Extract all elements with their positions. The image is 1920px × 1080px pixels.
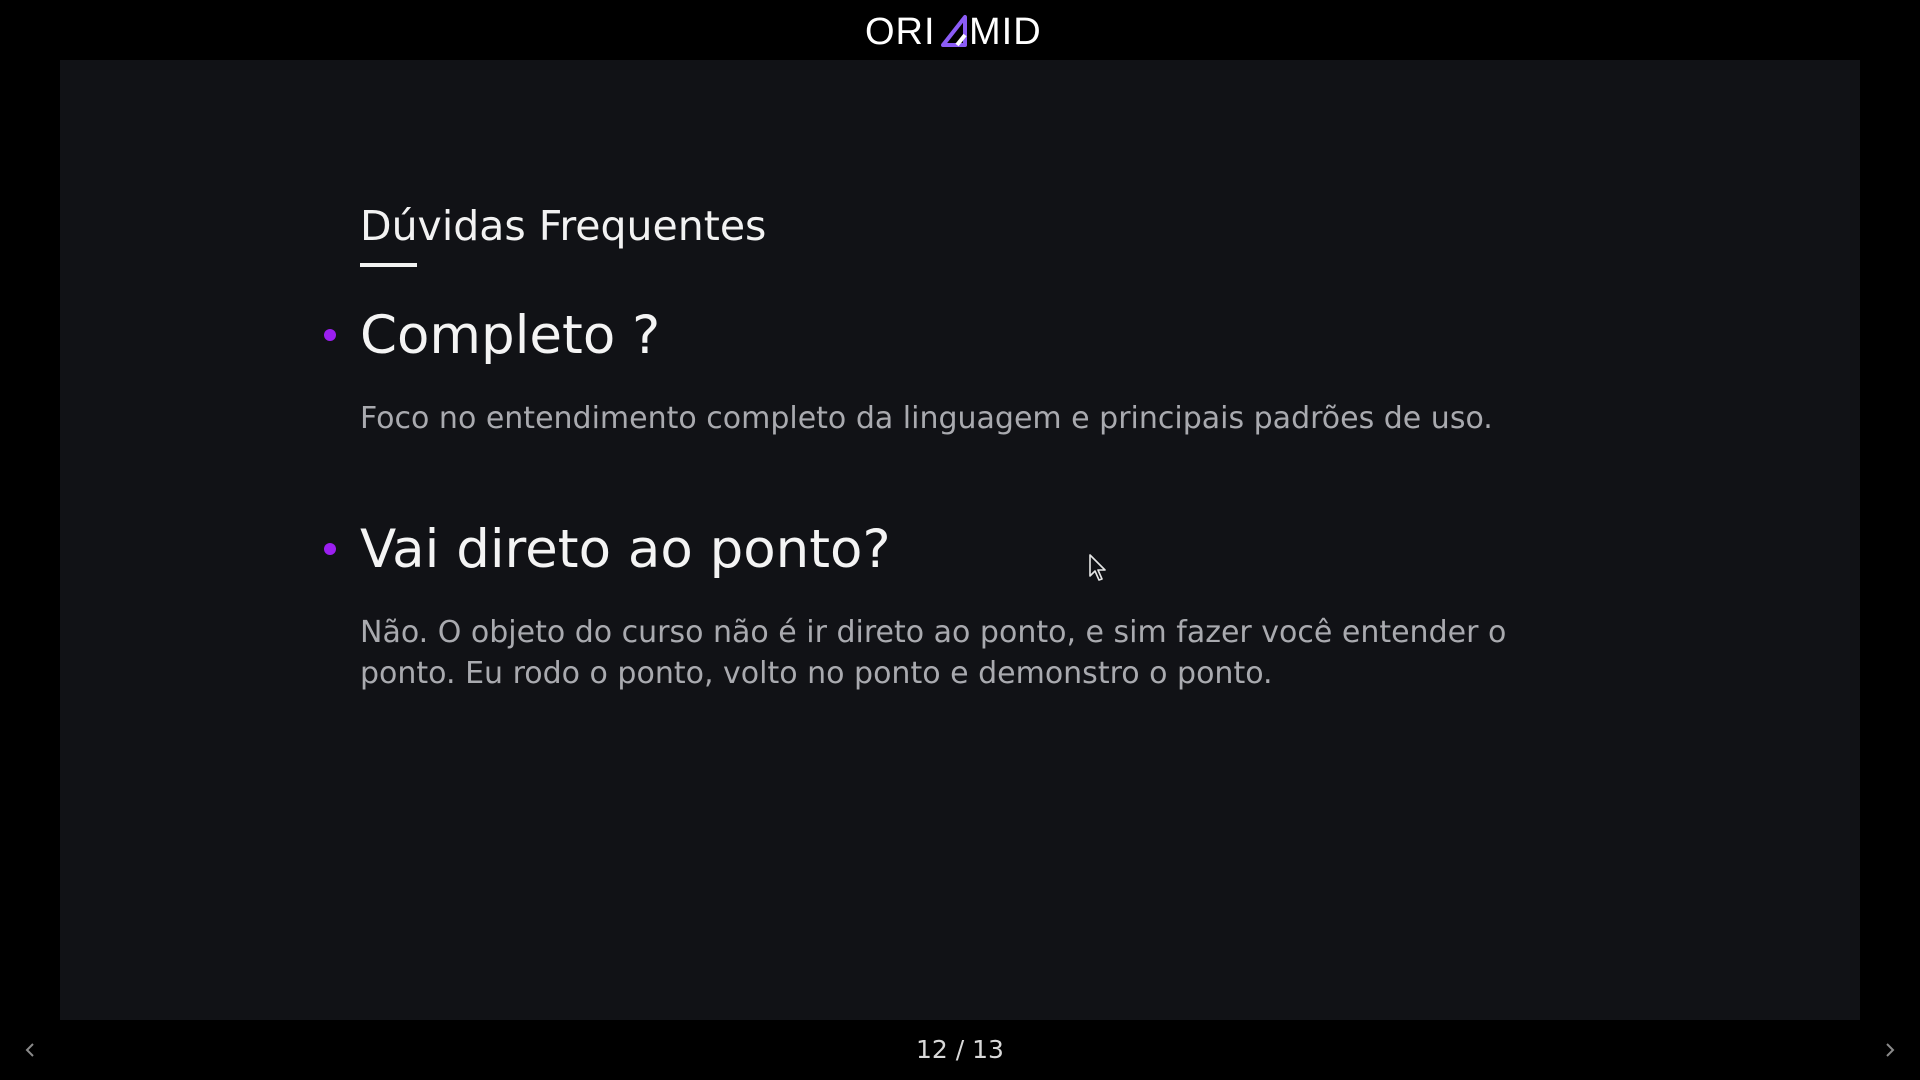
bullet-dot-icon — [324, 329, 336, 341]
chevron-right-icon — [1886, 1043, 1895, 1057]
slide-title: Dúvidas Frequentes — [360, 202, 767, 250]
page-counter: 12 / 13 — [916, 1035, 1004, 1064]
faq-answer: Foco no entendimento completo da linguag… — [360, 401, 1493, 436]
bullet-dot-icon — [324, 543, 336, 555]
faq-question: Completo ? — [360, 305, 661, 366]
faq-question: Vai direto ao ponto? — [360, 519, 891, 580]
faq-item: Vai direto ao ponto? Não. O objeto do cu… — [324, 510, 1550, 694]
presentation-viewer: ORI MID Dúvidas Frequentes Completo ? Fo… — [0, 0, 1920, 1080]
svg-text:ORI: ORI — [865, 11, 936, 53]
slide-footer: 12 / 13 — [0, 1030, 1920, 1070]
faq-item: Completo ? Foco no entendimento completo… — [324, 296, 1550, 439]
faq-answer: Não. O objeto do curso não é ir direto a… — [360, 615, 1507, 691]
title-underline — [360, 263, 417, 267]
mouse-pointer-icon — [1089, 554, 1109, 586]
slide-canvas: Dúvidas Frequentes Completo ? Foco no en… — [60, 60, 1860, 1020]
svg-text:MID: MID — [969, 11, 1042, 53]
origamid-logo: ORI MID — [865, 11, 1042, 53]
next-slide-button[interactable] — [1876, 1036, 1904, 1064]
brand-logo: ORI MID — [0, 8, 1920, 54]
